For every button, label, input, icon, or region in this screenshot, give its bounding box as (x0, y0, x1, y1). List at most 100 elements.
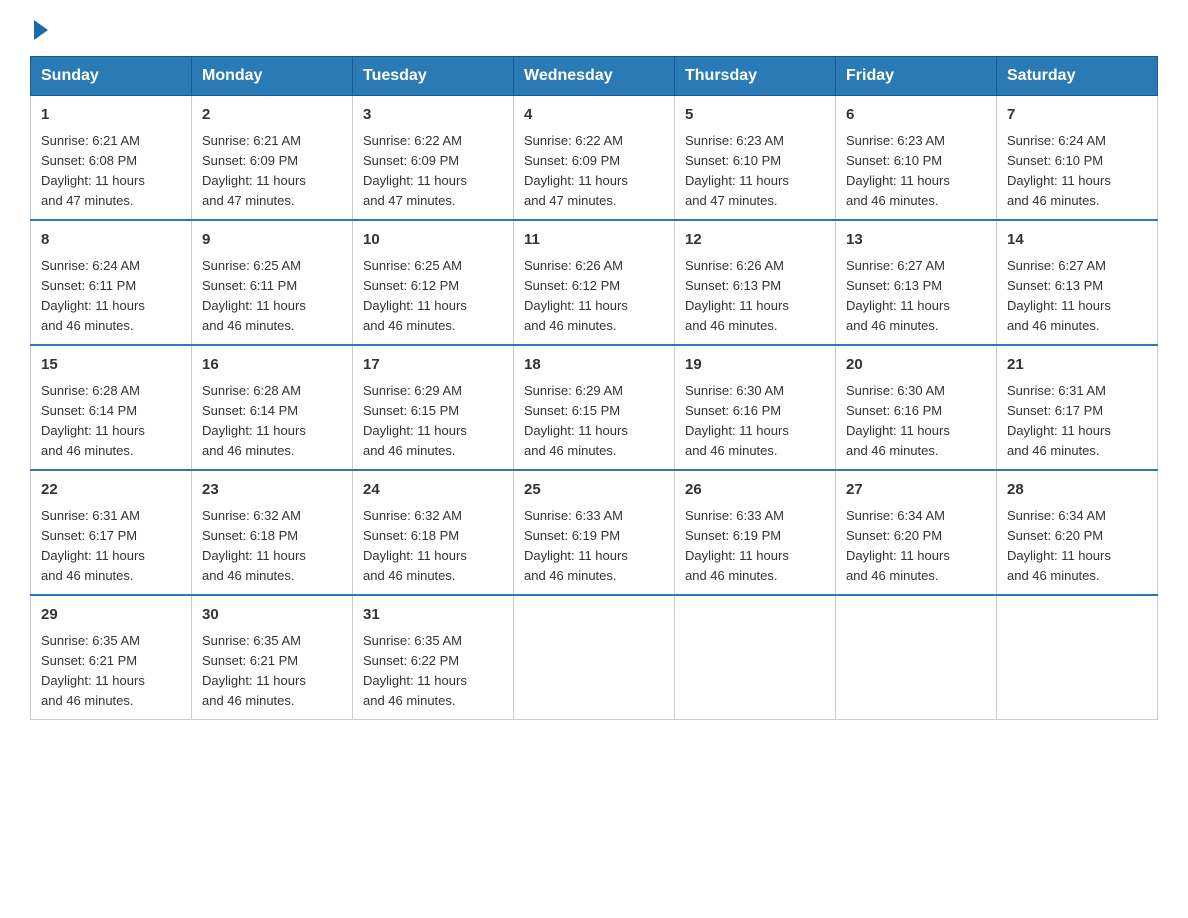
header-day-friday: Friday (836, 57, 997, 96)
day-cell: 21 Sunrise: 6:31 AMSunset: 6:17 PMDayligh… (997, 345, 1158, 470)
cell-info: Sunrise: 6:22 AMSunset: 6:09 PMDaylight:… (363, 131, 503, 212)
cell-info: Sunrise: 6:33 AMSunset: 6:19 PMDaylight:… (685, 506, 825, 587)
day-number: 17 (363, 354, 503, 377)
day-cell: 18 Sunrise: 6:29 AMSunset: 6:15 PMDayligh… (514, 345, 675, 470)
day-cell: 11 Sunrise: 6:26 AMSunset: 6:12 PMDayligh… (514, 220, 675, 345)
day-cell (997, 595, 1158, 720)
day-number: 3 (363, 104, 503, 127)
day-cell: 6 Sunrise: 6:23 AMSunset: 6:10 PMDaylight… (836, 96, 997, 221)
day-cell (836, 595, 997, 720)
cell-info: Sunrise: 6:35 AMSunset: 6:21 PMDaylight:… (41, 631, 181, 712)
day-cell: 31 Sunrise: 6:35 AMSunset: 6:22 PMDayligh… (353, 595, 514, 720)
day-cell: 8Sunrise: 6:24 AMSunset: 6:11 PMDaylight… (31, 220, 192, 345)
cell-info: Sunrise: 6:25 AMSunset: 6:12 PMDaylight:… (363, 256, 503, 337)
cell-info: Sunrise: 6:22 AMSunset: 6:09 PMDaylight:… (524, 131, 664, 212)
day-number: 13 (846, 229, 986, 252)
calendar-table: SundayMondayTuesdayWednesdayThursdayFrid… (30, 56, 1158, 720)
cell-info: Sunrise: 6:23 AMSunset: 6:10 PMDaylight:… (685, 131, 825, 212)
day-cell: 25Sunrise: 6:33 AMSunset: 6:19 PMDayligh… (514, 470, 675, 595)
cell-info: Sunrise: 6:27 AMSunset: 6:13 PMDaylight:… (846, 256, 986, 337)
day-cell: 10 Sunrise: 6:25 AMSunset: 6:12 PMDayligh… (353, 220, 514, 345)
day-number: 26 (685, 479, 825, 502)
cell-info: Sunrise: 6:28 AMSunset: 6:14 PMDaylight:… (41, 381, 181, 462)
day-cell: 26 Sunrise: 6:33 AMSunset: 6:19 PMDayligh… (675, 470, 836, 595)
day-cell (514, 595, 675, 720)
day-cell: 28Sunrise: 6:34 AMSunset: 6:20 PMDayligh… (997, 470, 1158, 595)
cell-info: Sunrise: 6:35 AMSunset: 6:22 PMDaylight:… (363, 631, 503, 712)
day-cell: 2 Sunrise: 6:21 AMSunset: 6:09 PMDaylight… (192, 96, 353, 221)
header-day-wednesday: Wednesday (514, 57, 675, 96)
day-number: 11 (524, 229, 664, 252)
day-number: 16 (202, 354, 342, 377)
day-cell: 12 Sunrise: 6:26 AMSunset: 6:13 PMDayligh… (675, 220, 836, 345)
cell-info: Sunrise: 6:29 AMSunset: 6:15 PMDaylight:… (363, 381, 503, 462)
cell-info: Sunrise: 6:27 AMSunset: 6:13 PMDaylight:… (1007, 256, 1147, 337)
day-cell: 7Sunrise: 6:24 AMSunset: 6:10 PMDaylight… (997, 96, 1158, 221)
day-number: 10 (363, 229, 503, 252)
day-number: 18 (524, 354, 664, 377)
day-cell: 20 Sunrise: 6:30 AMSunset: 6:16 PMDayligh… (836, 345, 997, 470)
day-cell (675, 595, 836, 720)
header-row: SundayMondayTuesdayWednesdayThursdayFrid… (31, 57, 1158, 96)
cell-info: Sunrise: 6:28 AMSunset: 6:14 PMDaylight:… (202, 381, 342, 462)
day-number: 6 (846, 104, 986, 127)
cell-info: Sunrise: 6:21 AMSunset: 6:08 PMDaylight:… (41, 131, 181, 212)
day-cell: 29 Sunrise: 6:35 AMSunset: 6:21 PMDayligh… (31, 595, 192, 720)
header-day-tuesday: Tuesday (353, 57, 514, 96)
cell-info: Sunrise: 6:21 AMSunset: 6:09 PMDaylight:… (202, 131, 342, 212)
cell-info: Sunrise: 6:33 AMSunset: 6:19 PMDaylight:… (524, 506, 664, 587)
day-number: 22 (41, 479, 181, 502)
cell-info: Sunrise: 6:26 AMSunset: 6:12 PMDaylight:… (524, 256, 664, 337)
week-row-3: 15 Sunrise: 6:28 AMSunset: 6:14 PMDayligh… (31, 345, 1158, 470)
day-number: 29 (41, 604, 181, 627)
day-number: 14 (1007, 229, 1147, 252)
day-number: 31 (363, 604, 503, 627)
header-day-thursday: Thursday (675, 57, 836, 96)
cell-info: Sunrise: 6:30 AMSunset: 6:16 PMDaylight:… (846, 381, 986, 462)
day-number: 2 (202, 104, 342, 127)
day-cell: 24Sunrise: 6:32 AMSunset: 6:18 PMDayligh… (353, 470, 514, 595)
cell-info: Sunrise: 6:35 AMSunset: 6:21 PMDaylight:… (202, 631, 342, 712)
day-cell: 23Sunrise: 6:32 AMSunset: 6:18 PMDayligh… (192, 470, 353, 595)
day-cell: 1 Sunrise: 6:21 AMSunset: 6:08 PMDaylight… (31, 96, 192, 221)
day-cell: 22Sunrise: 6:31 AMSunset: 6:17 PMDayligh… (31, 470, 192, 595)
day-cell: 3 Sunrise: 6:22 AMSunset: 6:09 PMDaylight… (353, 96, 514, 221)
day-number: 5 (685, 104, 825, 127)
day-cell: 17 Sunrise: 6:29 AMSunset: 6:15 PMDayligh… (353, 345, 514, 470)
day-cell: 15 Sunrise: 6:28 AMSunset: 6:14 PMDayligh… (31, 345, 192, 470)
cell-info: Sunrise: 6:25 AMSunset: 6:11 PMDaylight:… (202, 256, 342, 337)
day-number: 24 (363, 479, 503, 502)
day-number: 15 (41, 354, 181, 377)
day-cell: 16 Sunrise: 6:28 AMSunset: 6:14 PMDayligh… (192, 345, 353, 470)
header-day-monday: Monday (192, 57, 353, 96)
day-number: 4 (524, 104, 664, 127)
week-row-1: 1 Sunrise: 6:21 AMSunset: 6:08 PMDaylight… (31, 96, 1158, 221)
cell-info: Sunrise: 6:23 AMSunset: 6:10 PMDaylight:… (846, 131, 986, 212)
day-number: 21 (1007, 354, 1147, 377)
day-number: 8 (41, 229, 181, 252)
day-number: 20 (846, 354, 986, 377)
cell-info: Sunrise: 6:26 AMSunset: 6:13 PMDaylight:… (685, 256, 825, 337)
cell-info: Sunrise: 6:24 AMSunset: 6:10 PMDaylight:… (1007, 131, 1147, 212)
day-number: 30 (202, 604, 342, 627)
logo (30, 20, 48, 36)
day-cell: 19Sunrise: 6:30 AMSunset: 6:16 PMDayligh… (675, 345, 836, 470)
week-row-4: 22Sunrise: 6:31 AMSunset: 6:17 PMDayligh… (31, 470, 1158, 595)
logo-arrow-icon (34, 20, 48, 40)
week-row-2: 8Sunrise: 6:24 AMSunset: 6:11 PMDaylight… (31, 220, 1158, 345)
day-number: 12 (685, 229, 825, 252)
cell-info: Sunrise: 6:29 AMSunset: 6:15 PMDaylight:… (524, 381, 664, 462)
day-number: 9 (202, 229, 342, 252)
day-cell: 30 Sunrise: 6:35 AMSunset: 6:21 PMDayligh… (192, 595, 353, 720)
cell-info: Sunrise: 6:34 AMSunset: 6:20 PMDaylight:… (846, 506, 986, 587)
cell-info: Sunrise: 6:31 AMSunset: 6:17 PMDaylight:… (1007, 381, 1147, 462)
day-number: 27 (846, 479, 986, 502)
day-number: 1 (41, 104, 181, 127)
day-cell: 13 Sunrise: 6:27 AMSunset: 6:13 PMDayligh… (836, 220, 997, 345)
cell-info: Sunrise: 6:30 AMSunset: 6:16 PMDaylight:… (685, 381, 825, 462)
day-cell: 27 Sunrise: 6:34 AMSunset: 6:20 PMDayligh… (836, 470, 997, 595)
cell-info: Sunrise: 6:32 AMSunset: 6:18 PMDaylight:… (202, 506, 342, 587)
week-row-5: 29 Sunrise: 6:35 AMSunset: 6:21 PMDayligh… (31, 595, 1158, 720)
day-cell: 14 Sunrise: 6:27 AMSunset: 6:13 PMDayligh… (997, 220, 1158, 345)
logo-general-text (30, 20, 48, 40)
